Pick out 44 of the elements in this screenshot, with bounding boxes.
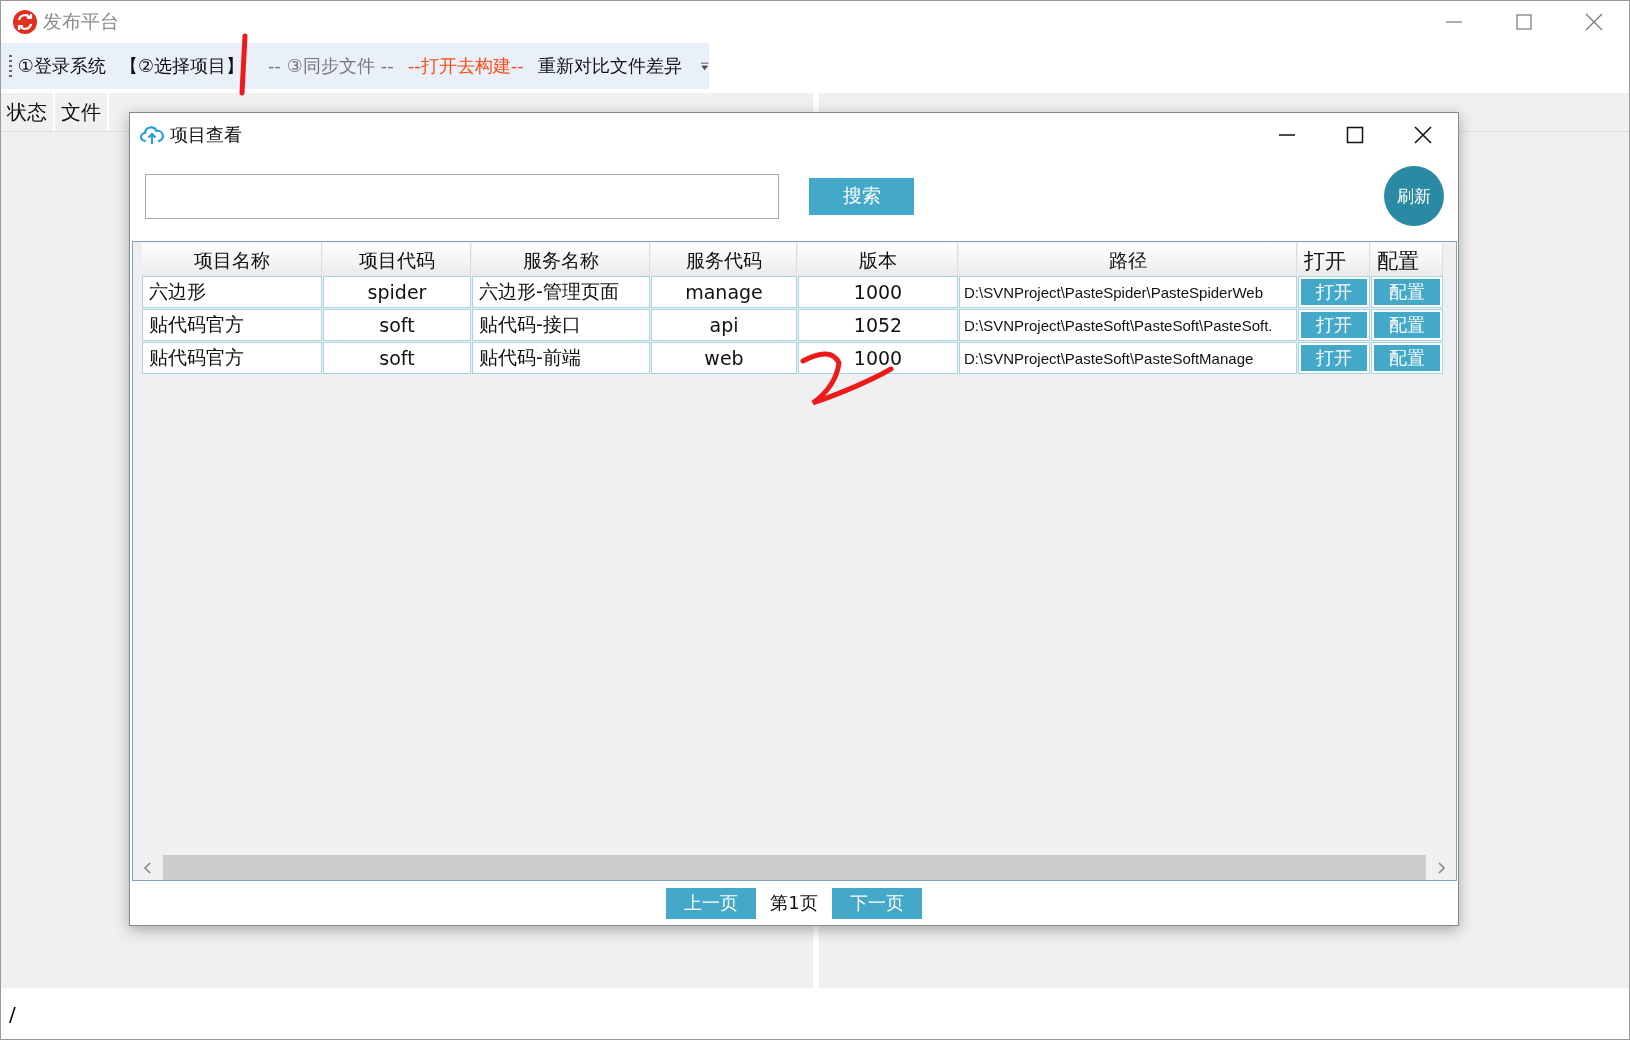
table-cell: D:\SVNProject\PasteSpider\PasteSpiderWeb bbox=[959, 276, 1297, 308]
column-header[interactable]: 项目代码 bbox=[323, 243, 471, 279]
grip-icon[interactable] bbox=[9, 55, 12, 77]
table-cell: soft bbox=[323, 342, 471, 374]
table-cell: 贴代码-前端 bbox=[472, 342, 650, 374]
window-title: 发布平台 bbox=[43, 9, 119, 34]
table-cell: 六边形 bbox=[142, 276, 322, 308]
toolbar-item[interactable]: 【②选择项目】 bbox=[119, 54, 245, 78]
toolbar-item[interactable]: ①登录系统 bbox=[17, 54, 106, 78]
refresh-button[interactable]: 刷新 bbox=[1384, 166, 1444, 226]
table-cell: 1000 bbox=[798, 276, 958, 308]
search-field[interactable] bbox=[145, 173, 779, 219]
table-cell: manage bbox=[651, 276, 797, 308]
close-icon[interactable] bbox=[1412, 124, 1434, 146]
app-logo-icon bbox=[13, 10, 37, 34]
column-header[interactable]: 项目名称 bbox=[142, 243, 322, 279]
column-header[interactable]: 路径 bbox=[959, 243, 1297, 279]
column-header[interactable]: 版本 bbox=[798, 243, 958, 279]
scrollbar-thumb[interactable] bbox=[163, 855, 1426, 880]
table-cell: api bbox=[651, 309, 797, 341]
cloud-upload-icon bbox=[140, 125, 164, 145]
dialog-title: 项目查看 bbox=[170, 123, 242, 147]
column-header[interactable]: 服务代码 bbox=[651, 243, 797, 279]
table-cell: D:\SVNProject\PasteSoft\PasteSoft\PasteSoft. bbox=[959, 309, 1297, 341]
toolbar-item[interactable]: 重新对比文件差异 bbox=[537, 54, 682, 78]
table-cell: soft bbox=[323, 309, 471, 341]
table-cell: 六边形-管理页面 bbox=[472, 276, 650, 308]
table-cell: 1000 bbox=[798, 342, 958, 374]
column-header[interactable]: 打开 bbox=[1298, 243, 1370, 279]
table-cell: 贴代码-接口 bbox=[472, 309, 650, 341]
maximize-icon[interactable] bbox=[1344, 124, 1366, 146]
table-cell: D:\SVNProject\PasteSoft\PasteSoftManage bbox=[959, 342, 1297, 374]
table-cell: 贴代码官方 bbox=[142, 342, 322, 374]
column-header[interactable]: 配置 bbox=[1371, 243, 1443, 279]
table-cell: web bbox=[651, 342, 797, 374]
toolbar-item[interactable]: -- ③同步文件 -- bbox=[268, 54, 394, 78]
handwritten-stroke bbox=[239, 33, 248, 96]
table-cell: spider bbox=[323, 276, 471, 308]
overflow-icon[interactable] bbox=[699, 61, 709, 71]
status-text: / bbox=[1, 988, 1629, 1039]
page-number: 第1页 bbox=[770, 891, 818, 915]
table-cell: 贴代码官方 bbox=[142, 309, 322, 341]
table-cell: 1052 bbox=[798, 309, 958, 341]
column-header[interactable]: 服务名称 bbox=[472, 243, 650, 279]
